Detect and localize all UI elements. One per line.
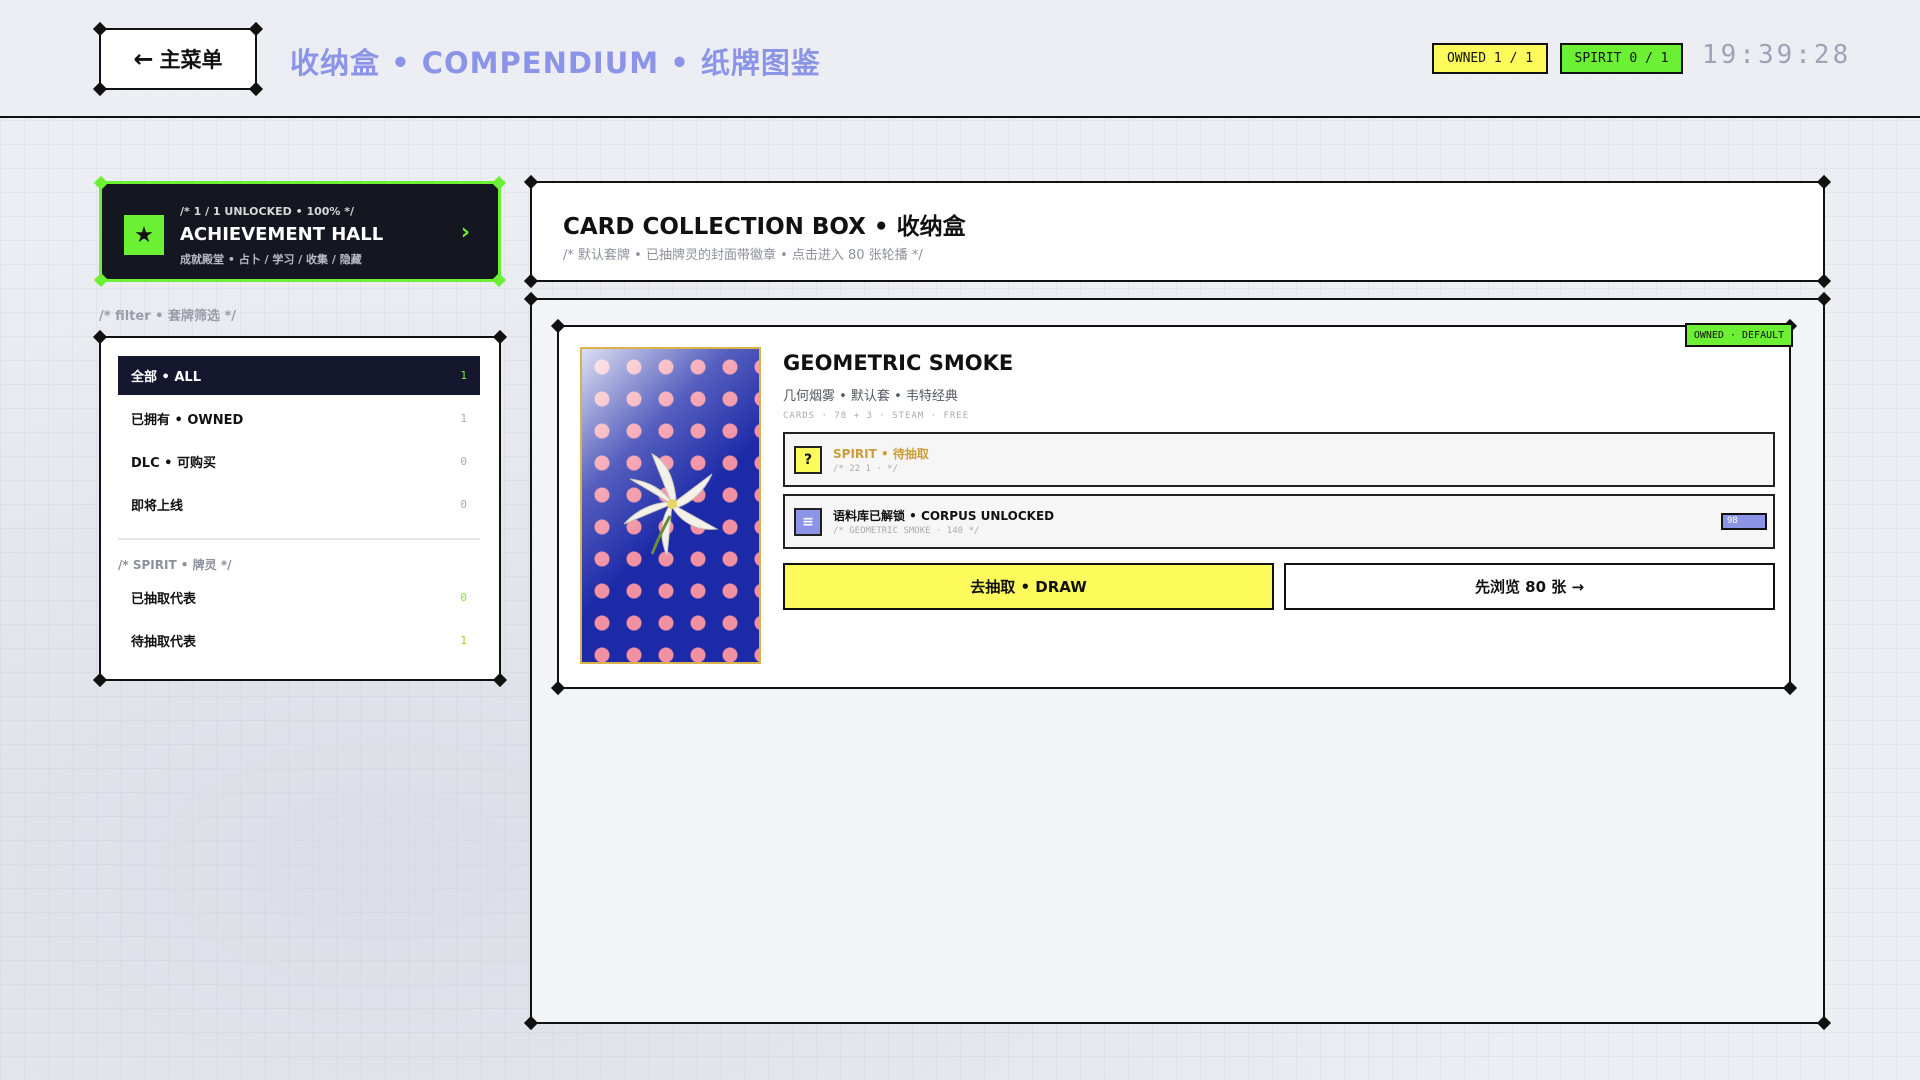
corpus-status-meta: /* GEOMETRIC SMOKE · 140 */ — [833, 526, 980, 536]
divider — [118, 538, 480, 540]
arrow-left-icon: ← — [133, 45, 154, 73]
filter-item-owned[interactable]: 已拥有 • OWNED 1 — [118, 399, 480, 438]
deck-meta: CARDS · 78 + 3 · STEAM · FREE — [783, 411, 970, 421]
filter-item-label: 待抽取代表 — [131, 635, 197, 650]
browse-cards-button[interactable]: 先浏览 80 张 → — [1284, 563, 1775, 610]
page-title: CARD COLLECTION BOX • 收纳盒 — [563, 214, 966, 240]
deck-title: GEOMETRIC SMOKE — [783, 351, 1014, 375]
spirit-counter-badge: SPIRIT 0 / 1 — [1560, 43, 1683, 74]
filter-item-count: 1 — [460, 412, 467, 425]
corpus-status-row: ≡ 语料库已解锁 • CORPUS UNLOCKED /* GEOMETRIC … — [783, 494, 1775, 549]
filter-panel: 全部 • ALL 1 已拥有 • OWNED 1 DLC • 可购买 0 即将上… — [92, 329, 508, 688]
achievement-status: /* 1 / 1 UNLOCKED • 100% */ — [180, 205, 355, 218]
filter-caption: /* filter • 套牌筛选 */ — [99, 309, 237, 324]
filter-item-count: 0 — [460, 498, 467, 511]
main-menu-button[interactable]: ← 主菜单 — [92, 21, 264, 97]
filter-item-label: 已抽取代表 — [131, 592, 197, 607]
spirit-status-meta: /* 22 1 · */ — [833, 464, 899, 474]
page-subtitle: /* 默认套牌 • 已抽牌灵的封面带徽章 • 点击进入 80 张轮播 */ — [563, 248, 923, 263]
owned-default-badge: OWNED · DEFAULT — [1685, 323, 1793, 347]
filter-item-count: 0 — [460, 455, 467, 468]
filter-item-all[interactable]: 全部 • ALL 1 — [118, 356, 480, 395]
corpus-status-title: 语料库已解锁 • CORPUS UNLOCKED — [833, 509, 1055, 523]
deck-card: OWNED · DEFAULT GEOMETRIC SMOKE 几何烟雾 • 默… — [550, 318, 1798, 696]
filter-item-label: 全部 • ALL — [131, 370, 201, 385]
deck-subtitle: 几何烟雾 • 默认套 • 韦特经典 — [783, 389, 958, 404]
filter-item-label: DLC • 可购买 — [131, 456, 216, 471]
chevron-right-icon: › — [460, 220, 470, 245]
filter-item-label: 已拥有 • OWNED — [131, 413, 244, 428]
filter-item-label: 即将上线 — [131, 499, 184, 514]
achievement-title: ACHIEVEMENT HALL — [180, 224, 384, 245]
list-icon: ≡ — [794, 508, 822, 536]
filter-item-count: 0 — [460, 591, 467, 604]
main-menu-label: 主菜单 — [159, 48, 223, 72]
draw-button[interactable]: 去抽取 • DRAW — [783, 563, 1274, 610]
filter-item-spirit-drawn[interactable]: 已抽取代表 0 — [118, 578, 480, 617]
spirit-filter-caption: /* SPIRIT • 牌灵 */ — [118, 558, 232, 572]
achievement-hall-button[interactable]: ★ /* 1 / 1 UNLOCKED • 100% */ ACHIEVEMEN… — [93, 175, 507, 288]
filter-item-dlc[interactable]: DLC • 可购买 0 — [118, 442, 480, 481]
achievement-subtitle: 成就殿堂 • 占卜 / 学习 / 收集 / 隐藏 — [180, 253, 362, 266]
question-icon: ? — [794, 446, 822, 474]
spirit-status-row: ? SPIRIT • 待抽取 /* 22 1 · */ — [783, 432, 1775, 487]
filter-item-coming-soon[interactable]: 即将上线 0 — [118, 485, 480, 524]
deck-cover-image[interactable] — [580, 347, 761, 664]
clock: 19:39:28 — [1702, 40, 1852, 70]
collection-header: CARD COLLECTION BOX • 收纳盒 /* 默认套牌 • 已抽牌灵… — [523, 174, 1832, 289]
filter-item-count: 1 — [460, 634, 467, 647]
corpus-progress: 98 — [1721, 513, 1767, 530]
spirit-status-title: SPIRIT • 待抽取 — [833, 447, 929, 461]
star-icon: ★ — [124, 215, 164, 255]
filter-item-spirit-pending[interactable]: 待抽取代表 1 — [118, 621, 480, 660]
top-bar: ← 主菜单 收纳盒 • COMPENDIUM • 纸牌图鉴 OWNED 1 / … — [0, 0, 1920, 118]
lily-icon — [623, 452, 719, 557]
breadcrumb: 收纳盒 • COMPENDIUM • 纸牌图鉴 — [290, 46, 821, 80]
collection-panel: OWNED · DEFAULT GEOMETRIC SMOKE 几何烟雾 • 默… — [523, 291, 1832, 1031]
owned-counter-badge: OWNED 1 / 1 — [1432, 43, 1548, 74]
filter-item-count: 1 — [460, 369, 467, 382]
